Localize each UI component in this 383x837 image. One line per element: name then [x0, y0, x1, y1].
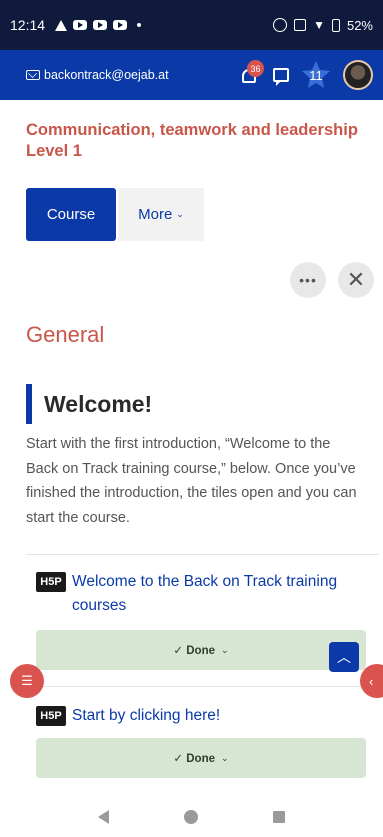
tab-more-label: More: [138, 206, 173, 223]
mute-icon: [294, 19, 307, 31]
welcome-heading: Welcome!: [44, 390, 153, 417]
youtube-icon: [93, 20, 108, 30]
notifications-button[interactable]: 36: [239, 60, 264, 86]
battery-level: 52%: [346, 17, 373, 33]
youtube-icon: [113, 20, 128, 30]
course-index-button[interactable]: ☰: [10, 664, 44, 698]
activity-link[interactable]: Start by clicking here!: [72, 704, 362, 728]
completion-status-button[interactable]: ✓ Done ⌄: [36, 630, 366, 670]
h5p-icon: H5P: [36, 572, 66, 592]
section-title: General: [26, 322, 105, 347]
tab-more[interactable]: More ⌄: [118, 188, 204, 241]
chevron-down-icon: ⌄: [221, 752, 229, 763]
welcome-heading-block: Welcome!: [26, 384, 152, 424]
tab-course[interactable]: Course: [26, 188, 116, 241]
more-options-button[interactable]: •••: [290, 262, 326, 298]
chevron-up-icon: ︿: [337, 649, 351, 665]
level-number: 11: [309, 67, 323, 83]
chevron-left-icon: ‹: [369, 673, 374, 689]
chevron-down-icon: ⌄: [221, 644, 229, 655]
system-navigation-bar: [0, 797, 383, 837]
activity-item[interactable]: H5P Welcome to the Back on Track trainin…: [36, 570, 362, 618]
mail-icon: [26, 70, 40, 80]
status-bar: 12:14 ▼ 52%: [0, 0, 383, 50]
wifi-icon: ▼: [313, 18, 325, 32]
status-system-icons: ▼ 52%: [273, 18, 373, 33]
close-button[interactable]: ✕: [338, 262, 374, 298]
completion-status-button[interactable]: ✓ Done ⌄: [36, 738, 366, 778]
more-notifications-icon: [137, 23, 142, 27]
intro-text: Start with the first introduction, “Welc…: [26, 436, 357, 526]
notification-badge: 36: [247, 60, 264, 77]
status-notification-icons: [55, 19, 142, 31]
right-drawer-button[interactable]: ‹: [360, 664, 383, 698]
home-icon[interactable]: [183, 810, 198, 824]
list-icon: ☰: [21, 673, 33, 688]
header-actions: 36 11: [239, 60, 373, 90]
chevron-down-icon: ⌄: [176, 209, 184, 219]
activity-item[interactable]: H5P Start by clicking here!: [36, 704, 362, 728]
battery-icon: [331, 18, 340, 32]
back-icon[interactable]: [97, 810, 109, 824]
heading-accent-bar: [26, 384, 32, 424]
divider: [26, 554, 379, 555]
app-header: backontrack@oejab.at 36 11: [0, 50, 383, 100]
done-label: ✓ Done: [173, 645, 216, 657]
warning-icon: [55, 19, 68, 31]
done-label: ✓ Done: [173, 753, 216, 765]
alarm-icon: [273, 18, 288, 32]
h5p-icon: H5P: [36, 706, 66, 726]
activity-link[interactable]: Welcome to the Back on Track training co…: [72, 570, 362, 618]
course-title: Communication, teamwork and leadership L…: [26, 121, 358, 160]
recents-icon[interactable]: [273, 811, 286, 823]
divider: [26, 686, 379, 687]
ellipsis-icon: •••: [299, 272, 317, 288]
contact-email[interactable]: backontrack@oejab.at: [44, 68, 169, 82]
youtube-icon: [73, 20, 88, 30]
close-icon: ✕: [346, 267, 366, 292]
back-to-top-button[interactable]: ︿: [329, 642, 359, 672]
level-badge[interactable]: 11: [301, 60, 331, 90]
avatar[interactable]: [343, 60, 373, 90]
tab-course-label: Course: [46, 206, 96, 223]
status-time: 12:14: [10, 17, 46, 33]
messages-icon[interactable]: [273, 68, 289, 86]
